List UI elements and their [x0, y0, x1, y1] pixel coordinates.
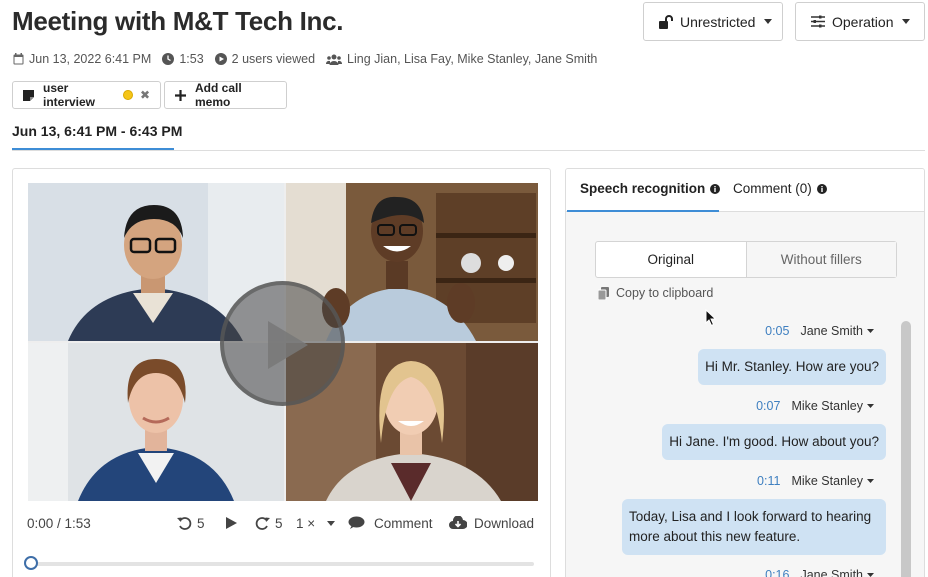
copy-label: Copy to clipboard — [616, 286, 714, 300]
add-memo-label: Add call memo — [195, 81, 242, 109]
page-title: Meeting with M&T Tech Inc. — [12, 6, 344, 36]
speed-label: 1 × — [296, 515, 316, 531]
tab-speech-label: Speech recognition — [580, 181, 706, 196]
view-count: 2 users viewed — [231, 52, 316, 66]
tab-speech-recognition[interactable]: Speech recognition — [580, 181, 721, 196]
play-icon — [268, 321, 308, 369]
original-option[interactable]: Original — [596, 242, 747, 277]
speaker-dropdown[interactable]: Mike Stanley — [791, 474, 874, 488]
forward-icon — [255, 516, 270, 530]
seek-bar[interactable] — [24, 556, 534, 570]
tag-chip[interactable]: user interview ✖ — [12, 81, 161, 109]
active-tab-indicator — [567, 210, 719, 212]
download-button[interactable]: Download — [449, 516, 534, 531]
add-call-memo-button[interactable]: Add call memo — [164, 81, 287, 109]
message-header: 0:07 Mike Stanley — [756, 399, 874, 413]
message-timestamp[interactable]: 0:07 — [756, 399, 780, 413]
speaker-dropdown[interactable]: Mike Stanley — [791, 399, 874, 413]
plus-icon — [175, 89, 186, 101]
message-timestamp[interactable]: 0:11 — [757, 474, 780, 488]
speaker-name: Jane Smith — [800, 324, 863, 338]
chevron-down-icon — [764, 19, 773, 24]
message-header: 0:11 Mike Stanley — [757, 474, 874, 488]
rewind-seconds: 5 — [197, 515, 205, 531]
video-player[interactable] — [28, 183, 538, 501]
speaker-dropdown[interactable]: Jane Smith — [800, 568, 874, 577]
date-range-tab[interactable]: Jun 13, 6:41 PM - 6:43 PM — [12, 123, 182, 139]
copy-icon — [598, 286, 609, 300]
operation-dropdown-button[interactable]: Operation — [795, 2, 925, 41]
sliders-icon — [810, 15, 826, 28]
tab-comment[interactable]: Comment (0) — [733, 181, 827, 196]
note-icon — [23, 89, 34, 101]
calendar-icon — [13, 53, 24, 65]
chevron-down-icon — [867, 479, 874, 483]
download-label: Download — [474, 515, 535, 531]
meeting-date: Jun 13, 2022 6:41 PM — [29, 52, 152, 66]
unlock-icon — [658, 14, 674, 29]
transcript-tabs: Speech recognition Comment (0) — [566, 169, 924, 212]
divider — [12, 150, 925, 151]
speaker-dropdown[interactable]: Jane Smith — [800, 324, 874, 338]
mouse-cursor-icon — [705, 309, 717, 327]
chevron-down-icon — [902, 19, 911, 24]
info-icon — [710, 183, 721, 194]
copy-to-clipboard-button[interactable]: Copy to clipboard — [598, 286, 713, 300]
message-bubble: Hi Mr. Stanley. How are you? — [698, 349, 886, 385]
video-panel: 0:00 / 1:53 5 5 1 × Comment Download — [12, 168, 551, 577]
chevron-down-icon — [867, 573, 874, 577]
play-icon — [226, 517, 237, 529]
speed-dropdown[interactable]: 1 × — [296, 516, 340, 531]
transcript-scrollbar[interactable] — [901, 321, 911, 577]
tag-label: user interview — [43, 81, 96, 109]
forward-button[interactable]: 5 — [255, 516, 283, 531]
emoji-icon — [123, 90, 133, 100]
message-header: 0:05 Jane Smith — [765, 324, 874, 338]
chevron-down-icon — [327, 520, 336, 526]
chevron-down-icon — [867, 404, 874, 408]
access-label: Unrestricted — [680, 13, 756, 30]
clock-icon — [162, 53, 175, 65]
message-timestamp[interactable]: 0:16 — [765, 568, 789, 577]
comment-button[interactable]: Comment — [348, 516, 433, 531]
chevron-down-icon — [867, 329, 874, 333]
transcript-mode-toggle: Original Without fillers — [595, 241, 897, 278]
participants: Ling Jian, Lisa Fay, Mike Stanley, Jane … — [347, 52, 598, 66]
message-timestamp[interactable]: 0:05 — [765, 324, 789, 338]
info-icon — [816, 183, 827, 194]
transcript-panel: Speech recognition Comment (0) Original … — [565, 168, 925, 577]
forward-seconds: 5 — [275, 515, 283, 531]
operation-label: Operation — [832, 13, 894, 30]
cloud-download-icon — [449, 516, 467, 529]
comment-icon — [348, 516, 365, 529]
rewind-icon — [177, 516, 192, 530]
message-bubble: Hi Jane. I'm good. How about you? — [662, 424, 886, 460]
access-dropdown-button[interactable]: Unrestricted — [643, 2, 783, 41]
close-icon[interactable]: ✖ — [140, 88, 150, 102]
without-fillers-option[interactable]: Without fillers — [746, 242, 896, 277]
speaker-name: Mike Stanley — [791, 474, 863, 488]
play-button[interactable] — [225, 516, 243, 530]
message-header: 0:16 Jane Smith — [765, 568, 874, 577]
users-icon — [326, 54, 343, 65]
meeting-meta: Jun 13, 2022 6:41 PM 1:53 2 users viewed… — [13, 52, 608, 66]
seek-handle[interactable] — [24, 556, 38, 570]
comment-label: Comment — [374, 515, 433, 531]
message-bubble: Today, Lisa and I look forward to hearin… — [622, 499, 886, 555]
rewind-button[interactable]: 5 — [177, 516, 205, 531]
play-circle-icon — [214, 53, 227, 65]
playback-time: 0:00 / 1:53 — [27, 515, 91, 531]
speaker-name: Mike Stanley — [791, 399, 863, 413]
tab-comment-label: Comment (0) — [733, 181, 812, 196]
meeting-duration: 1:53 — [179, 52, 204, 66]
speaker-name: Jane Smith — [800, 568, 863, 577]
